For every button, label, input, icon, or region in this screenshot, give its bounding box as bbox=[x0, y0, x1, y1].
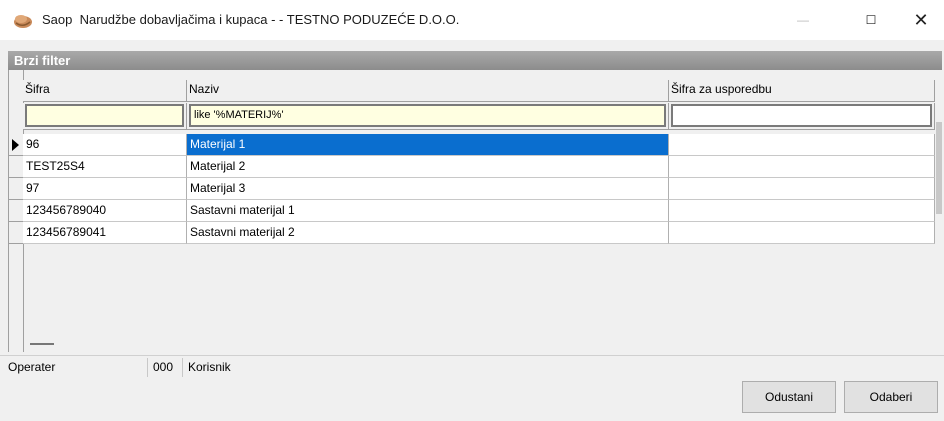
app-logo-icon bbox=[14, 15, 32, 28]
quick-filter-header: Brzi filter bbox=[8, 51, 942, 70]
cell-usporedba[interactable] bbox=[669, 134, 935, 156]
status-separator bbox=[182, 358, 183, 377]
vertical-scrollbar[interactable] bbox=[936, 122, 942, 214]
maximize-icon: ☐ bbox=[865, 13, 877, 27]
cell-naziv[interactable]: Sastavni materijal 2 bbox=[187, 222, 669, 244]
table-row[interactable]: 97 Materijal 3 bbox=[23, 178, 935, 200]
horizontal-scroll-indicator[interactable] bbox=[30, 343, 54, 345]
filter-cell-naziv: like '%MATERIJ%' bbox=[187, 103, 669, 130]
row-indicator bbox=[9, 222, 23, 244]
status-code: 000 bbox=[153, 360, 174, 374]
filter-input-sifra[interactable] bbox=[25, 104, 184, 127]
current-row-arrow-icon bbox=[12, 139, 19, 151]
filter-cell-sifra bbox=[23, 103, 187, 130]
status-separator bbox=[147, 358, 148, 377]
cell-usporedba[interactable] bbox=[669, 156, 935, 178]
table-row[interactable]: 96 Materijal 1 bbox=[23, 134, 935, 156]
cell-naziv[interactable]: Materijal 1 bbox=[187, 134, 669, 156]
maximize-button[interactable]: ☐ bbox=[848, 0, 894, 40]
filter-input-usporedba[interactable] bbox=[671, 104, 932, 127]
select-button[interactable]: Odaberi bbox=[844, 381, 938, 413]
data-grid: Šifra Naziv Šifra za usporedbu like '%MA… bbox=[8, 70, 935, 352]
filter-input-naziv[interactable]: like '%MATERIJ%' bbox=[189, 104, 666, 127]
row-indicator bbox=[9, 200, 23, 222]
cell-naziv[interactable]: Materijal 3 bbox=[187, 178, 669, 200]
title-bar: Saop Narudžbe dobavljačima i kupaca - - … bbox=[0, 0, 944, 40]
minimize-button[interactable]: — bbox=[780, 0, 826, 40]
column-header-naziv[interactable]: Naziv bbox=[187, 80, 669, 102]
filter-cell-usporedba bbox=[669, 103, 935, 130]
cell-naziv[interactable]: Sastavni materijal 1 bbox=[187, 200, 669, 222]
close-button[interactable]: ✕ bbox=[898, 0, 944, 40]
table-row[interactable]: 123456789041 Sastavni materijal 2 bbox=[23, 222, 935, 244]
cell-sifra[interactable]: 96 bbox=[23, 134, 187, 156]
status-bar: Operater 000 Korisnik bbox=[0, 355, 944, 379]
cell-naziv[interactable]: Materijal 2 bbox=[187, 156, 669, 178]
column-header-sifra[interactable]: Šifra bbox=[23, 80, 187, 102]
table-row[interactable]: TEST25S4 Materijal 2 bbox=[23, 156, 935, 178]
row-indicator bbox=[9, 156, 23, 178]
cell-sifra[interactable]: TEST25S4 bbox=[23, 156, 187, 178]
window-title: Saop Narudžbe dobavljačima i kupaca - - … bbox=[42, 12, 459, 27]
cell-usporedba[interactable] bbox=[669, 178, 935, 200]
minimize-icon: — bbox=[797, 13, 809, 27]
row-indicator bbox=[9, 134, 23, 156]
close-icon: ✕ bbox=[913, 9, 929, 30]
row-indicator bbox=[9, 178, 23, 200]
cell-usporedba[interactable] bbox=[669, 222, 935, 244]
cell-sifra[interactable]: 123456789040 bbox=[23, 200, 187, 222]
table-row[interactable]: 123456789040 Sastavni materijal 1 bbox=[23, 200, 935, 222]
app-name: Saop bbox=[42, 12, 73, 27]
status-operater-label: Operater bbox=[8, 360, 56, 374]
cell-sifra[interactable]: 97 bbox=[23, 178, 187, 200]
cancel-button[interactable]: Odustani bbox=[742, 381, 836, 413]
cell-usporedba[interactable] bbox=[669, 200, 935, 222]
cell-sifra[interactable]: 123456789041 bbox=[23, 222, 187, 244]
status-korisnik: Korisnik bbox=[188, 360, 231, 374]
column-header-sifra-usporedba[interactable]: Šifra za usporedbu bbox=[669, 80, 935, 102]
window-title-text: Narudžbe dobavljačima i kupaca - - TESTN… bbox=[79, 12, 460, 27]
